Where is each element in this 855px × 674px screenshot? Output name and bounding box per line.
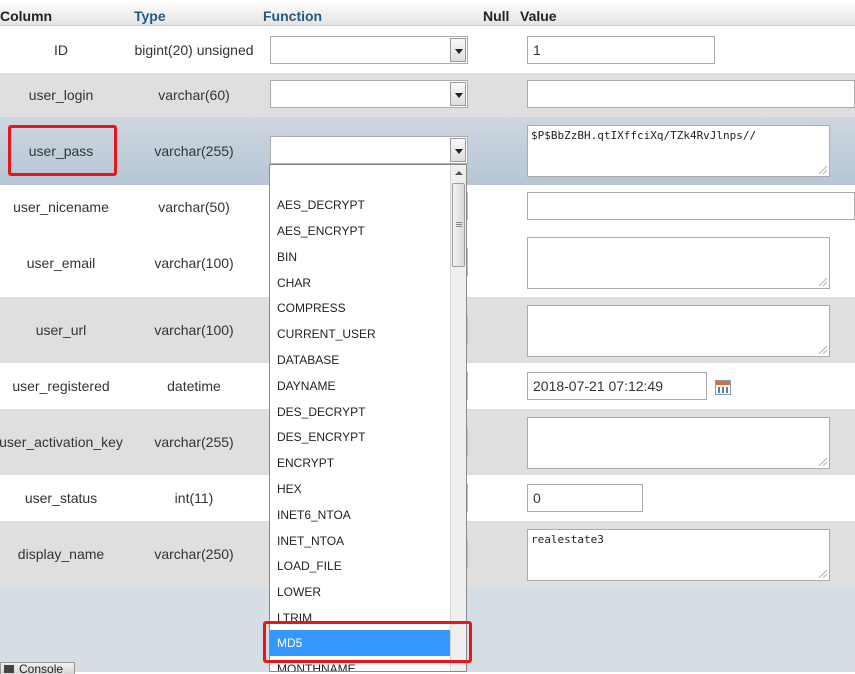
column-name: user_registered [12,378,110,394]
value-textarea-user-url[interactable] [527,305,830,357]
scrollbar-thumb[interactable] [452,183,465,267]
function-dropdown-list[interactable]: AES_DECRYPT AES_ENCRYPT BIN CHAR COMPRES… [269,164,467,672]
dropdown-option[interactable]: COMPRESS [270,295,450,321]
header-value: Value [520,8,557,24]
chevron-down-icon[interactable] [450,38,466,62]
dropdown-option[interactable]: DAYNAME [270,373,450,399]
column-type: varchar(100) [154,255,234,271]
dropdown-option[interactable]: INET_NTOA [270,528,450,554]
dropdown-option[interactable]: CURRENT_USER [270,321,450,347]
dropdown-option[interactable]: HEX [270,476,450,502]
dropdown-option[interactable]: BIN [270,244,450,270]
calendar-icon[interactable] [715,380,731,395]
header-function[interactable]: Function [263,7,322,25]
console-tab[interactable]: Console [0,662,75,674]
resize-grip-icon[interactable] [819,458,827,466]
user-pass-text: $P$BbZzBH.qtIXffciXq/TZk4RvJlnps// [531,129,757,142]
column-type: datetime [167,378,221,394]
column-type: varchar(60) [158,87,230,103]
value-input-id[interactable]: 1 [527,36,715,64]
column-type: int(11) [174,490,214,506]
column-type: varchar(255) [154,434,234,450]
dropdown-option[interactable]: LOWER [270,579,450,605]
dropdown-option[interactable]: ENCRYPT [270,450,450,476]
resize-grip-icon[interactable] [819,570,827,578]
chevron-down-icon[interactable] [450,82,466,106]
dropdown-option[interactable]: DATABASE [270,347,450,373]
column-type: varchar(100) [154,322,234,338]
dropdown-option[interactable]: CHAR [270,270,450,296]
resize-grip-icon[interactable] [819,166,827,174]
function-select[interactable] [270,36,468,64]
column-type: varchar(50) [158,199,230,215]
value-input-user-login[interactable] [527,80,855,108]
dropdown-option[interactable]: AES_DECRYPT [270,192,450,218]
column-name: user_nicename [13,199,109,215]
dropdown-option[interactable]: AES_ENCRYPT [270,218,450,244]
value-textarea-user-email[interactable] [527,237,830,289]
value-textarea-user-activation-key[interactable] [527,417,830,469]
annotation-box-md5 [263,621,472,663]
resize-grip-icon[interactable] [819,278,827,286]
value-input-user-status[interactable]: 0 [527,484,643,512]
resize-grip-icon[interactable] [819,346,827,354]
column-name: user_url [35,322,87,338]
value-input-user-nicename[interactable] [527,192,855,220]
dropdown-option[interactable]: INET6_NTOA [270,502,450,528]
header-null: Null [483,8,510,24]
column-name: user_login [28,87,94,103]
display-name-text: realestate3 [531,533,604,546]
dropdown-option[interactable]: LOAD_FILE [270,553,450,579]
column-name: display_name [17,546,105,562]
value-textarea-user-pass[interactable]: $P$BbZzBH.qtIXffciXq/TZk4RvJlnps// [527,125,830,177]
console-label: Console [19,662,64,674]
dropdown-option[interactable]: DES_DECRYPT [270,399,450,425]
column-type: bigint(20) unsigned [134,42,254,58]
column-type: varchar(255) [154,143,234,159]
column-type: varchar(250) [154,546,234,562]
scroll-up-arrow-icon[interactable] [451,165,466,181]
chevron-down-icon[interactable] [450,138,466,162]
function-select[interactable] [270,80,468,108]
table-header: Column Type Function Null Value [0,0,855,26]
dropdown-scrollbar[interactable] [450,165,466,671]
header-column: Column [0,8,53,24]
column-name: user_activation_key [0,434,123,450]
dropdown-option[interactable]: DES_ENCRYPT [270,424,450,450]
value-input-user-registered[interactable]: 2018-07-21 07:12:49 [527,372,707,400]
column-name: ID [54,42,68,58]
annotation-box-user-pass [8,125,117,176]
header-type[interactable]: Type [134,7,166,25]
value-textarea-display-name[interactable]: realestate3 [527,529,830,581]
column-name: user_email [26,255,96,271]
dropdown-option-empty[interactable] [270,167,450,193]
column-name: user_status [24,490,98,506]
function-select-user-pass[interactable] [270,136,468,164]
